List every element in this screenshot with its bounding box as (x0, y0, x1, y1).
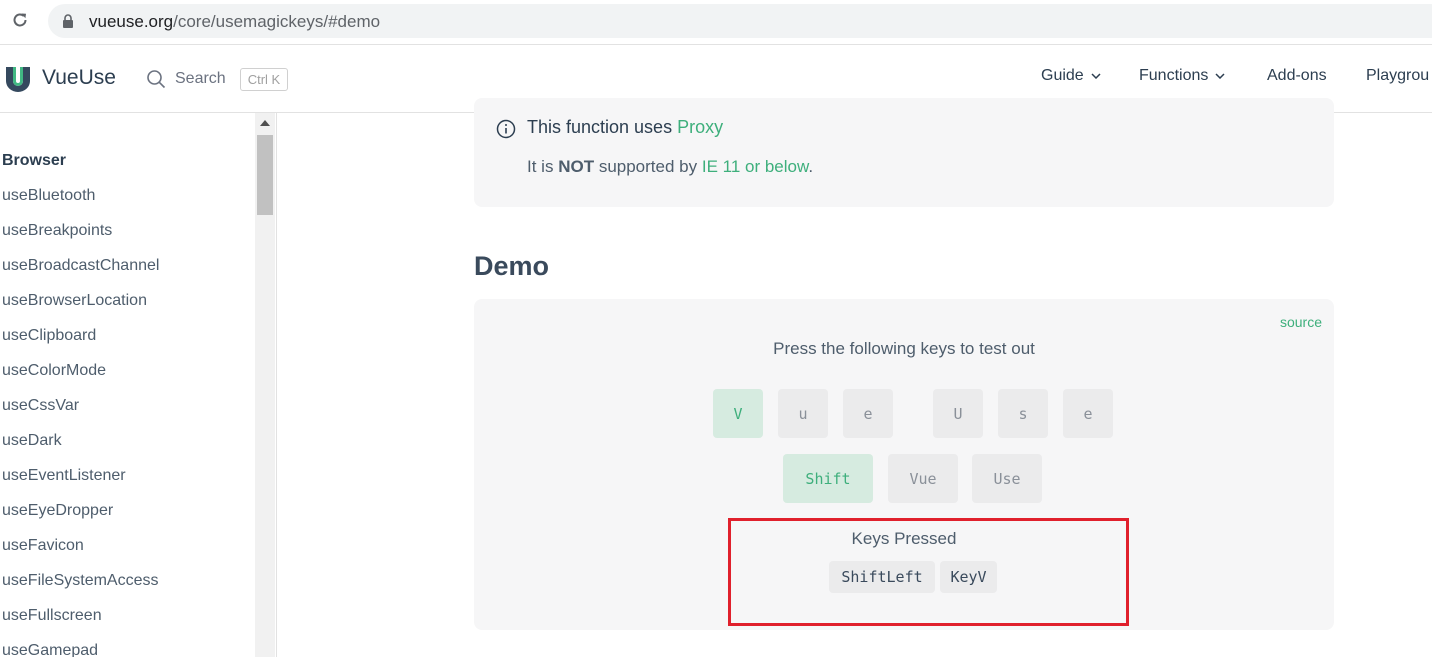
info-icon (496, 119, 516, 139)
sidebar-scrollbar[interactable] (255, 113, 275, 657)
tip-title-prefix: This function uses (527, 117, 673, 137)
demo-instructions: Press the following keys to test out (773, 339, 1035, 358)
vueuse-logo-icon[interactable] (5, 66, 31, 92)
search-button[interactable]: Search Ctrl K (146, 65, 289, 93)
key-v: V (713, 389, 763, 438)
nav-functions[interactable]: Functions (1139, 67, 1267, 85)
chevron-down-icon (1215, 73, 1225, 79)
sidebar-item-useeyedropper[interactable]: useEyeDropper (2, 501, 159, 536)
tip-box: This function uses Proxy It is NOT suppo… (474, 98, 1334, 207)
highlight-annotation-box (728, 518, 1129, 626)
tip-text-suffix: . (808, 157, 814, 176)
url-path: /core/usemagickeys/#demo (173, 12, 381, 31)
browser-toolbar: vueuse.org/core/usemagickeys/#demo (0, 0, 1432, 45)
source-link[interactable]: source (1280, 314, 1322, 330)
sidebar-item-usefilesystemaccess[interactable]: useFileSystemAccess (2, 571, 159, 606)
sidebar-item-usebreakpoints[interactable]: useBreakpoints (2, 221, 159, 256)
tip-text-bold: NOT (558, 157, 595, 176)
nav-functions-label: Functions (1139, 67, 1209, 84)
search-icon (147, 70, 166, 89)
sidebar-item-usebroadcastchannel[interactable]: useBroadcastChannel (2, 256, 159, 291)
nav-links: Guide Functions Add-ons Playgrou (1041, 67, 1432, 85)
nav-addons-label: Add-ons (1267, 67, 1327, 84)
proxy-link[interactable]: Proxy (677, 117, 723, 137)
url-host: vueuse.org (89, 12, 174, 31)
sidebar-item-usefullscreen[interactable]: useFullscreen (2, 606, 159, 641)
key-e: e (843, 389, 893, 438)
nav-playground-label: Playgrou (1366, 67, 1430, 84)
sidebar-item-usecssvar[interactable]: useCssVar (2, 396, 159, 431)
key-use: Use (972, 454, 1042, 503)
sidebar-item-usegamepad[interactable]: useGamepad (2, 641, 159, 657)
lock-icon (63, 14, 73, 28)
search-shortcut-hint: Ctrl K (239, 67, 289, 91)
sidebar-list: useBluetooth useBreakpoints useBroadcast… (2, 186, 159, 657)
key-vue: Vue (888, 454, 958, 503)
sidebar-group-title: Browser (2, 152, 67, 169)
sidebar-item-usebrowserlocation[interactable]: useBrowserLocation (2, 291, 159, 326)
nav-guide[interactable]: Guide (1041, 67, 1139, 85)
sidebar: Browser useBluetooth useBreakpoints useB… (0, 113, 277, 657)
url-text: vueuse.org/core/usemagickeys/#demo (89, 12, 380, 32)
tip-title: This function uses Proxy (527, 117, 723, 138)
key-e-2: e (1063, 389, 1113, 438)
nav-guide-label: Guide (1041, 67, 1084, 84)
tip-text-prefix: It is (527, 157, 554, 176)
nav-playground[interactable]: Playgrou (1366, 67, 1432, 85)
address-bar[interactable]: vueuse.org/core/usemagickeys/#demo (48, 4, 1432, 38)
sidebar-item-useclipboard[interactable]: useClipboard (2, 326, 159, 361)
scrollbar-thumb[interactable] (257, 135, 273, 215)
sidebar-item-usecolormode[interactable]: useColorMode (2, 361, 159, 396)
sidebar-item-usedark[interactable]: useDark (2, 431, 159, 466)
brand-title[interactable]: VueUse (42, 66, 116, 90)
sidebar-item-usefavicon[interactable]: useFavicon (2, 536, 159, 571)
key-shift: Shift (783, 454, 873, 503)
demo-heading: Demo (474, 251, 550, 281)
sidebar-item-usebluetooth[interactable]: useBluetooth (2, 186, 159, 221)
key-u-upper: U (933, 389, 983, 438)
chevron-down-icon (1091, 73, 1101, 79)
key-u: u (778, 389, 828, 438)
ie11-link[interactable]: IE 11 or below (702, 157, 808, 176)
sidebar-item-useeventlistener[interactable]: useEventListener (2, 466, 159, 501)
reload-icon[interactable] (9, 9, 31, 31)
nav-addons[interactable]: Add-ons (1267, 67, 1366, 85)
scroll-up-arrow-icon[interactable] (260, 120, 270, 126)
key-s: s (998, 389, 1048, 438)
tip-text: It is NOT supported by IE 11 or below. (527, 157, 813, 177)
search-label: Search (175, 70, 226, 87)
tip-text-middle: supported by (598, 157, 698, 176)
